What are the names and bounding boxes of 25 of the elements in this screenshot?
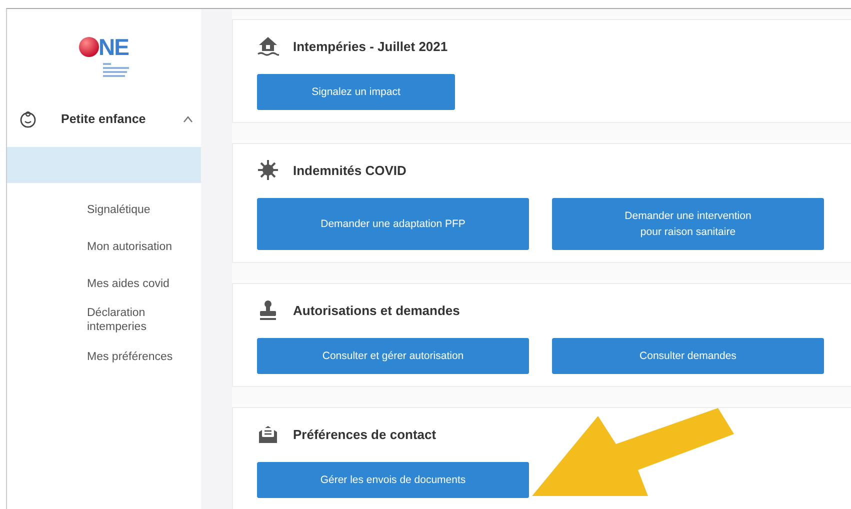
- logo-tagline-icon: [103, 63, 130, 77]
- action-button[interactable]: Signalez un impact: [257, 74, 455, 110]
- baby-face-icon: [19, 110, 37, 128]
- stamp-icon: [257, 299, 279, 321]
- sidebar-item[interactable]: Mon autorisation: [7, 228, 201, 265]
- section-title: Autorisations et demandes: [293, 302, 460, 318]
- section-title: Intempéries - Juillet 2021: [293, 38, 448, 54]
- section-toggle[interactable]: Petite enfance: [7, 99, 201, 139]
- logo-ball-icon: [78, 37, 99, 57]
- flooded-house-icon: [257, 35, 279, 57]
- sidebar-item[interactable]: Déclaration intemperies: [7, 302, 201, 338]
- sidebar-item[interactable]: Mes préférences: [7, 338, 201, 375]
- action-button[interactable]: Consulter demandes: [552, 338, 824, 374]
- action-button[interactable]: Gérer les envois de documents: [257, 462, 529, 498]
- sidebar-item[interactable]: Signalétique: [7, 191, 201, 228]
- logo-text: NE: [98, 35, 128, 59]
- action-button[interactable]: Demander une adaptation PFP: [257, 198, 529, 250]
- virus-icon: [257, 159, 279, 181]
- action-button[interactable]: Consulter et gérer autorisation: [257, 338, 529, 374]
- action-button[interactable]: Demander une intervention pour raison sanitaire: [552, 198, 824, 250]
- envelope-icon: [257, 423, 279, 445]
- sidebar-item[interactable]: Mes aides covid: [7, 265, 201, 302]
- section-title: Indemnités COVID: [293, 162, 406, 178]
- sidebar-item[interactable]: [7, 147, 201, 183]
- section-title: Préférences de contact: [293, 426, 436, 442]
